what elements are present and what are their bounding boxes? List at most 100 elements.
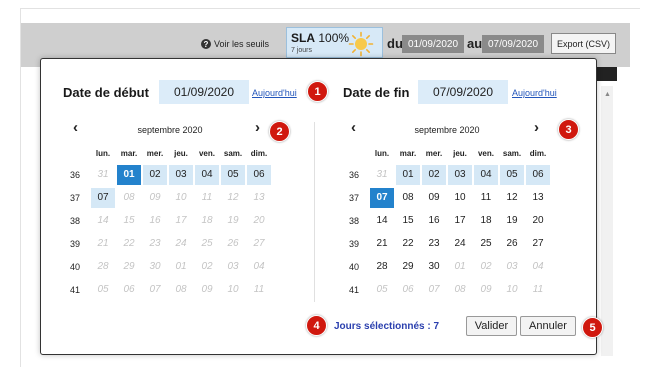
calendar-day[interactable]: 04 [474,165,498,185]
calendar-day[interactable]: 18 [474,211,498,231]
calendar-day[interactable]: 11 [474,188,498,208]
calendar-day[interactable]: 27 [247,234,271,254]
cancel-button[interactable]: Annuler [520,316,576,336]
calendar-day[interactable]: 04 [195,165,219,185]
start-prev-month-arrow[interactable]: ‹ [73,120,78,135]
calendar-day[interactable]: 12 [500,188,524,208]
calendar-day[interactable]: 02 [474,257,498,277]
thresholds-link[interactable]: ? Voir les seuils [201,39,269,49]
page-scrollbar[interactable] [601,86,613,356]
calendar-day[interactable]: 03 [448,165,472,185]
calendar-day[interactable]: 01 [117,165,141,185]
calendar-day[interactable]: 14 [370,211,394,231]
calendar-day[interactable]: 06 [247,165,271,185]
calendar-day[interactable]: 19 [500,211,524,231]
calendar-day[interactable]: 11 [247,280,271,300]
calendar-day[interactable]: 21 [370,234,394,254]
calendar-day[interactable]: 20 [526,211,550,231]
calendar-day[interactable]: 01 [396,165,420,185]
calendar-day[interactable]: 20 [247,211,271,231]
calendar-day[interactable]: 12 [221,188,245,208]
calendar-day[interactable]: 29 [117,257,141,277]
calendar-day[interactable]: 25 [195,234,219,254]
calendar-day[interactable]: 06 [396,280,420,300]
calendar-day[interactable]: 03 [221,257,245,277]
calendar-day[interactable]: 22 [396,234,420,254]
calendar-day[interactable]: 09 [474,280,498,300]
calendar-day[interactable]: 04 [247,257,271,277]
calendar-day[interactable]: 24 [169,234,193,254]
calendar-day[interactable]: 22 [117,234,141,254]
calendar-day[interactable]: 17 [448,211,472,231]
calendar-day[interactable]: 05 [370,280,394,300]
calendar-day[interactable]: 08 [396,188,420,208]
calendar-day[interactable]: 02 [143,165,167,185]
calendar-day[interactable]: 15 [396,211,420,231]
calendar-day[interactable]: 02 [422,165,446,185]
calendar-day[interactable]: 26 [221,234,245,254]
validate-button[interactable]: Valider [466,316,517,336]
calendar-day[interactable]: 07 [91,188,115,208]
calendar-day[interactable]: 07 [370,188,394,208]
calendar-day[interactable]: 23 [422,234,446,254]
calendar-day[interactable]: 26 [500,234,524,254]
calendar-day[interactable]: 28 [370,257,394,277]
calendar-day[interactable]: 09 [143,188,167,208]
calendar-day[interactable]: 21 [91,234,115,254]
calendar-day[interactable]: 07 [422,280,446,300]
calendar-day[interactable]: 13 [526,188,550,208]
calendar-day[interactable]: 13 [247,188,271,208]
calendar-day[interactable]: 01 [169,257,193,277]
calendar-day[interactable]: 30 [143,257,167,277]
calendar-day[interactable]: 31 [370,165,394,185]
end-prev-month-arrow[interactable]: ‹ [351,120,356,135]
calendar-day[interactable]: 08 [117,188,141,208]
calendar-day[interactable]: 11 [526,280,550,300]
calendar-day[interactable]: 11 [195,188,219,208]
start-next-month-arrow[interactable]: › [255,120,260,135]
calendar-day[interactable]: 10 [448,188,472,208]
end-today-link[interactable]: Aujourd'hui [512,88,557,98]
calendar-day[interactable]: 03 [169,165,193,185]
calendar-day[interactable]: 07 [143,280,167,300]
calendar-day[interactable]: 17 [169,211,193,231]
scroll-up-icon[interactable]: ▲ [604,91,611,98]
calendar-day[interactable]: 15 [117,211,141,231]
calendar-day[interactable]: 24 [448,234,472,254]
calendar-day[interactable]: 10 [500,280,524,300]
calendar-day[interactable]: 10 [169,188,193,208]
calendar-day[interactable]: 16 [143,211,167,231]
calendar-day[interactable]: 05 [500,165,524,185]
end-next-month-arrow[interactable]: › [534,120,539,135]
calendar-day[interactable]: 09 [195,280,219,300]
calendar-day[interactable]: 09 [422,188,446,208]
calendar-day[interactable]: 05 [91,280,115,300]
calendar-day[interactable]: 28 [91,257,115,277]
calendar-day[interactable]: 06 [117,280,141,300]
calendar-day[interactable]: 08 [448,280,472,300]
calendar-day[interactable]: 30 [422,257,446,277]
calendar-day[interactable]: 01 [448,257,472,277]
calendar-day[interactable]: 29 [396,257,420,277]
calendar-day[interactable]: 14 [91,211,115,231]
calendar-day[interactable]: 23 [143,234,167,254]
calendar-day[interactable]: 05 [221,165,245,185]
calendar-day[interactable]: 27 [526,234,550,254]
calendar-day[interactable]: 10 [221,280,245,300]
sla-indicator[interactable]: SLA 100% 7 jours [286,27,383,58]
calendar-day[interactable]: 18 [195,211,219,231]
weekday-header: mer. [146,149,164,158]
start-today-link[interactable]: Aujourd'hui [252,88,297,98]
calendar-day[interactable]: 16 [422,211,446,231]
calendar-day[interactable]: 04 [526,257,550,277]
export-csv-button[interactable]: Export (CSV) [551,33,616,54]
calendar-day[interactable]: 08 [169,280,193,300]
calendar-day[interactable]: 19 [221,211,245,231]
calendar-day[interactable]: 03 [500,257,524,277]
start-date-input[interactable] [159,80,249,104]
calendar-day[interactable]: 25 [474,234,498,254]
calendar-day[interactable]: 06 [526,165,550,185]
calendar-day[interactable]: 31 [91,165,115,185]
end-date-input[interactable] [418,80,508,104]
calendar-day[interactable]: 02 [195,257,219,277]
